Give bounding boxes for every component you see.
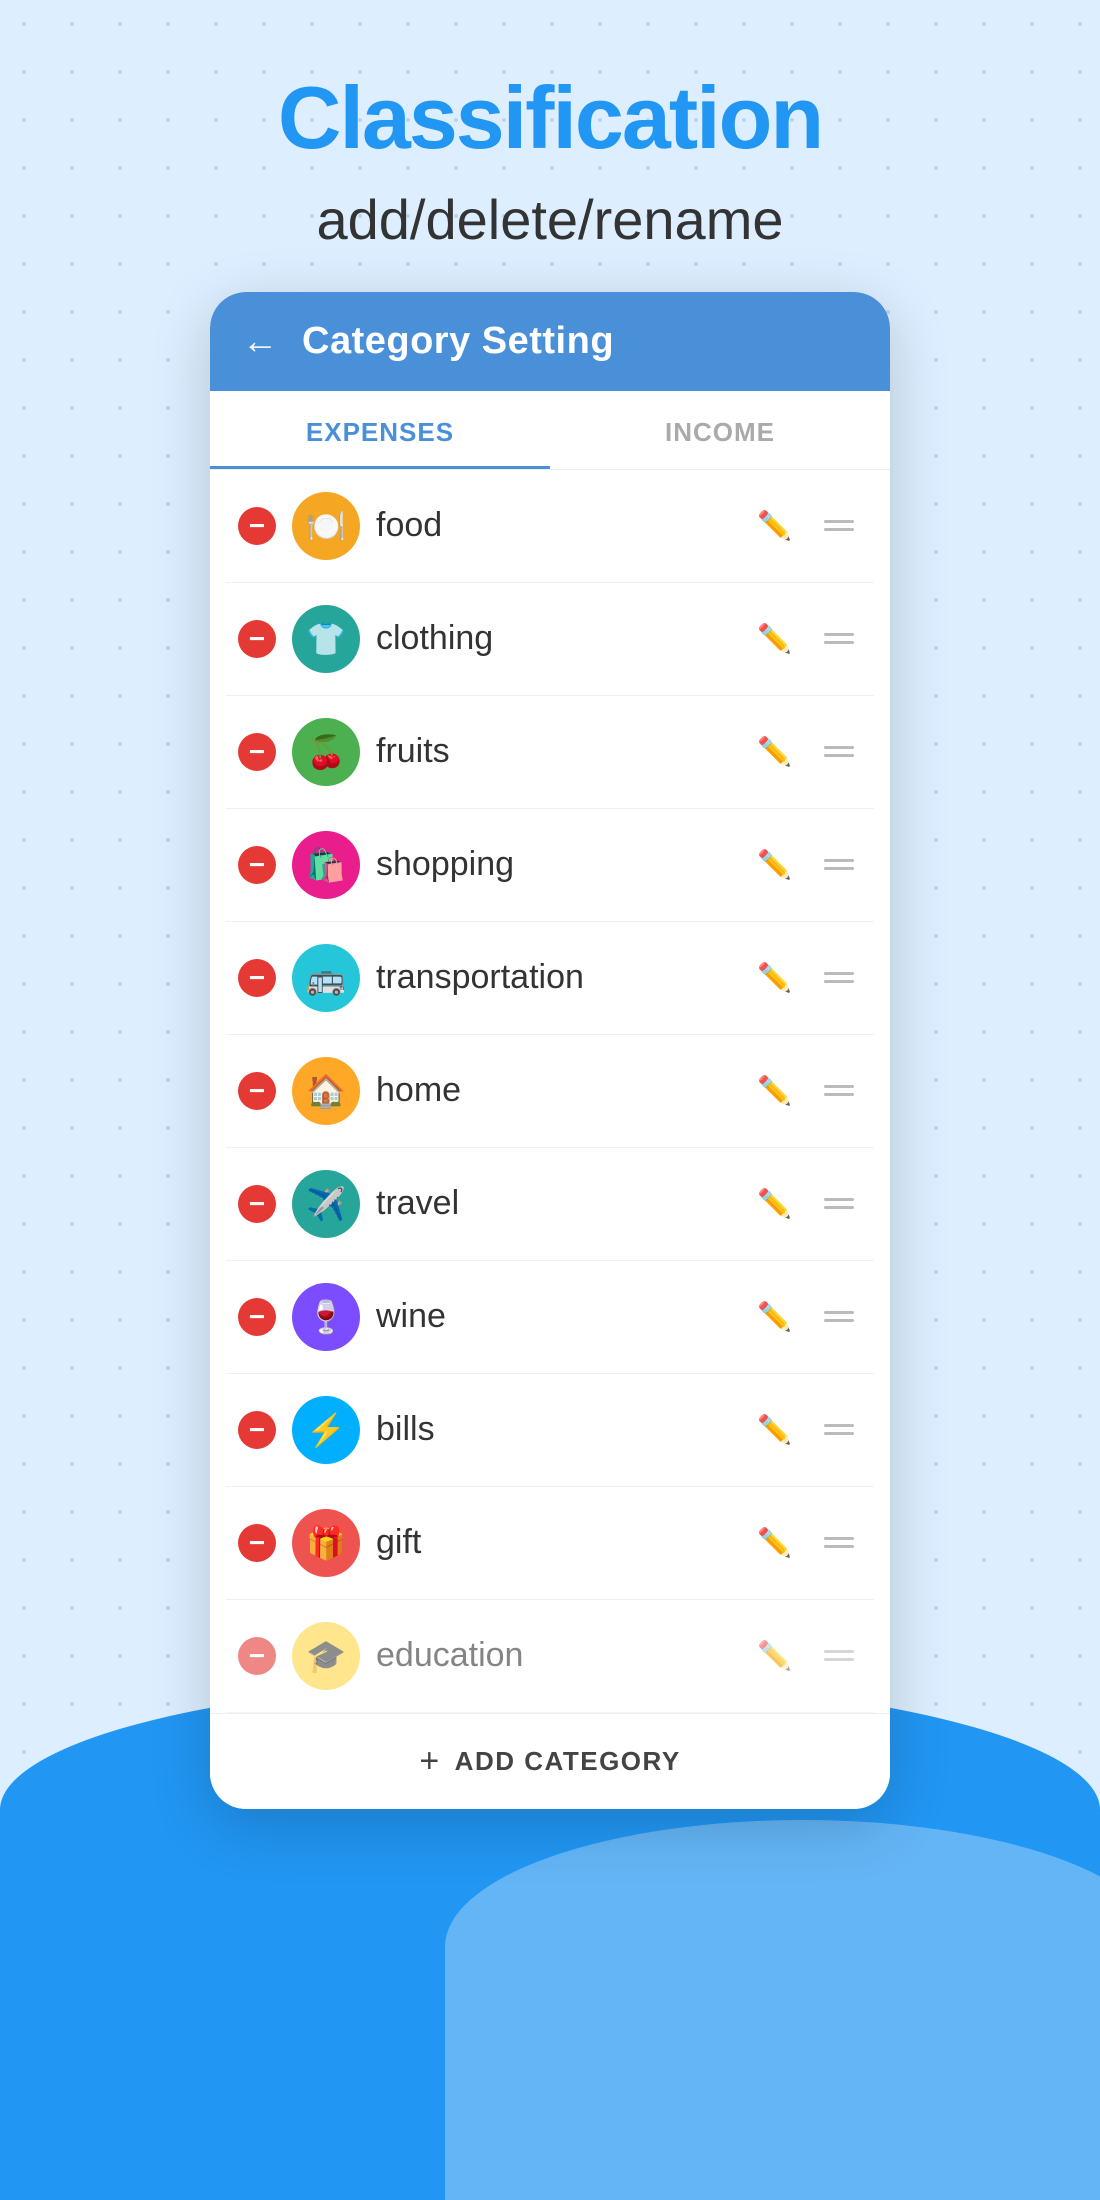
background-wave-light: [445, 1820, 1100, 2200]
list-item: − 👕 clothing ✏️: [226, 583, 874, 696]
list-item: − 🛍️ shopping ✏️: [226, 809, 874, 922]
list-item: − 🎓 education ✏️: [226, 1600, 874, 1713]
category-name: fruits: [376, 732, 733, 771]
category-icon: 🍷: [292, 1283, 360, 1351]
category-icon: 🍒: [292, 718, 360, 786]
page-subtitle: add/delete/rename: [0, 187, 1100, 252]
phone-card: ← Category Setting EXPENSES INCOME − 🍽️ …: [210, 292, 890, 1809]
category-name: transportation: [376, 958, 733, 997]
category-name: education: [376, 1636, 733, 1675]
category-list: − 🍽️ food ✏️ − 👕 clothing ✏️ − 🍒 fruits …: [210, 470, 890, 1713]
category-name: bills: [376, 1410, 733, 1449]
list-item: − ⚡ bills ✏️: [226, 1374, 874, 1487]
delete-button[interactable]: −: [238, 1411, 276, 1449]
app-bar: ← Category Setting: [210, 292, 890, 391]
edit-icon[interactable]: ✏️: [749, 727, 800, 776]
delete-button[interactable]: −: [238, 846, 276, 884]
edit-icon[interactable]: ✏️: [749, 840, 800, 889]
add-plus-icon: +: [419, 1742, 440, 1781]
category-icon: 🚌: [292, 944, 360, 1012]
tab-expenses[interactable]: EXPENSES: [210, 391, 550, 469]
list-item: − 🍷 wine ✏️: [226, 1261, 874, 1374]
category-name: shopping: [376, 845, 733, 884]
delete-button[interactable]: −: [238, 733, 276, 771]
page-title: Classification: [0, 70, 1100, 167]
list-item: − ✈️ travel ✏️: [226, 1148, 874, 1261]
category-name: travel: [376, 1184, 733, 1223]
edit-icon[interactable]: ✏️: [749, 1518, 800, 1567]
drag-handle-icon[interactable]: [816, 1642, 862, 1669]
edit-icon[interactable]: ✏️: [749, 1631, 800, 1680]
delete-button[interactable]: −: [238, 1185, 276, 1223]
delete-button[interactable]: −: [238, 1524, 276, 1562]
drag-handle-icon[interactable]: [816, 738, 862, 765]
category-icon: 🎁: [292, 1509, 360, 1577]
header-section: Classification add/delete/rename: [0, 0, 1100, 292]
category-icon: 🍽️: [292, 492, 360, 560]
delete-button[interactable]: −: [238, 1637, 276, 1675]
category-icon: ✈️: [292, 1170, 360, 1238]
tab-income[interactable]: INCOME: [550, 391, 890, 469]
tab-bar: EXPENSES INCOME: [210, 391, 890, 470]
category-icon: 🏠: [292, 1057, 360, 1125]
category-icon: 🛍️: [292, 831, 360, 899]
category-name: food: [376, 506, 733, 545]
edit-icon[interactable]: ✏️: [749, 1066, 800, 1115]
drag-handle-icon[interactable]: [816, 1416, 862, 1443]
list-item: − 🍒 fruits ✏️: [226, 696, 874, 809]
edit-icon[interactable]: ✏️: [749, 953, 800, 1002]
drag-handle-icon[interactable]: [816, 964, 862, 991]
drag-handle-icon[interactable]: [816, 1303, 862, 1330]
add-category-button[interactable]: + ADD CATEGORY: [210, 1713, 890, 1809]
category-name: home: [376, 1071, 733, 1110]
list-item: − 🎁 gift ✏️: [226, 1487, 874, 1600]
edit-icon[interactable]: ✏️: [749, 1292, 800, 1341]
category-icon: ⚡: [292, 1396, 360, 1464]
edit-icon[interactable]: ✏️: [749, 501, 800, 550]
category-name: gift: [376, 1523, 733, 1562]
category-icon: 🎓: [292, 1622, 360, 1690]
delete-button[interactable]: −: [238, 507, 276, 545]
drag-handle-icon[interactable]: [816, 512, 862, 539]
back-button[interactable]: ←: [242, 323, 278, 359]
delete-button[interactable]: −: [238, 620, 276, 658]
drag-handle-icon[interactable]: [816, 625, 862, 652]
list-item: − 🍽️ food ✏️: [226, 470, 874, 583]
list-item: − 🚌 transportation ✏️: [226, 922, 874, 1035]
add-category-label: ADD CATEGORY: [455, 1746, 681, 1777]
app-bar-title: Category Setting: [302, 320, 614, 363]
drag-handle-icon[interactable]: [816, 1529, 862, 1556]
drag-handle-icon[interactable]: [816, 1190, 862, 1217]
category-icon: 👕: [292, 605, 360, 673]
drag-handle-icon[interactable]: [816, 1077, 862, 1104]
edit-icon[interactable]: ✏️: [749, 1179, 800, 1228]
delete-button[interactable]: −: [238, 959, 276, 997]
category-name: clothing: [376, 619, 733, 658]
drag-handle-icon[interactable]: [816, 851, 862, 878]
edit-icon[interactable]: ✏️: [749, 1405, 800, 1454]
list-item: − 🏠 home ✏️: [226, 1035, 874, 1148]
delete-button[interactable]: −: [238, 1298, 276, 1336]
category-name: wine: [376, 1297, 733, 1336]
delete-button[interactable]: −: [238, 1072, 276, 1110]
edit-icon[interactable]: ✏️: [749, 614, 800, 663]
